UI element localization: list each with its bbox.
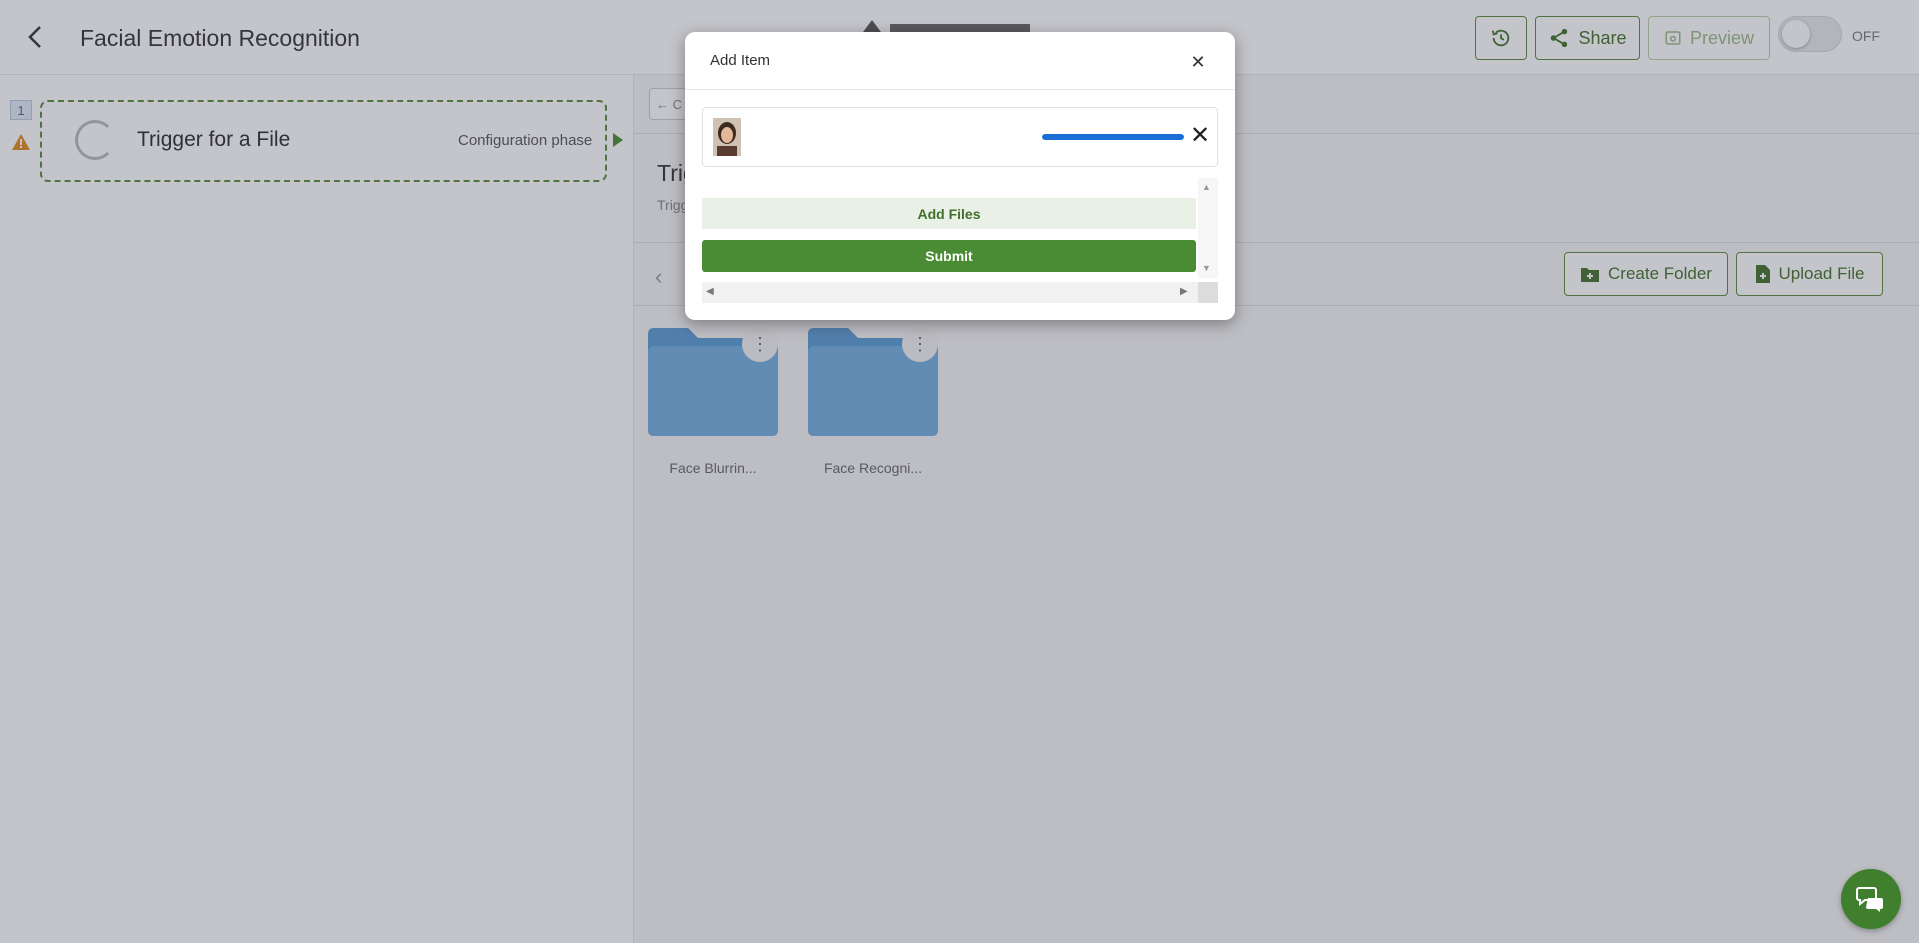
modal-title: Add Item	[710, 52, 771, 69]
chat-bubbles-icon	[1856, 887, 1883, 912]
scroll-right-arrow-icon[interactable]: ▶	[1180, 286, 1188, 297]
scroll-down-arrow-icon[interactable]: ▼	[1202, 263, 1211, 273]
divider	[685, 89, 1235, 90]
scroll-up-arrow-icon[interactable]: ▲	[1202, 182, 1211, 192]
close-icon[interactable]: ✕	[1186, 50, 1210, 74]
image-thumbnail	[713, 118, 741, 156]
horizontal-scrollbar[interactable]	[702, 282, 1198, 303]
add-item-modal	[685, 32, 1235, 320]
add-files-button[interactable]: Add Files	[702, 198, 1196, 229]
upload-progress-fill	[1042, 134, 1184, 140]
upload-progress-bar	[1042, 134, 1184, 140]
scrollbar-corner	[1198, 282, 1218, 303]
submit-button[interactable]: Submit	[702, 240, 1196, 272]
remove-file-icon[interactable]: ✕	[1189, 122, 1211, 149]
chat-button[interactable]	[1841, 869, 1901, 929]
scroll-left-arrow-icon[interactable]: ◀	[706, 286, 714, 297]
